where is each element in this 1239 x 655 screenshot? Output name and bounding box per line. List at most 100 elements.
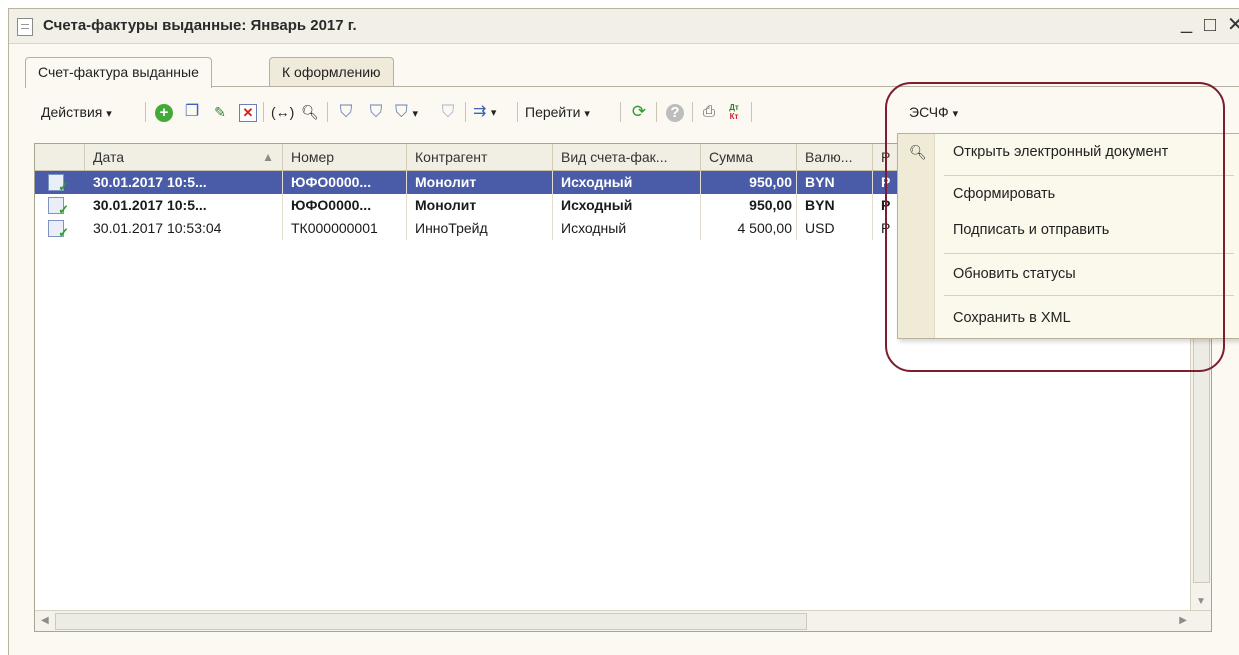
toolbar-separator bbox=[327, 102, 328, 122]
chevron-down-icon: ▾ bbox=[952, 108, 959, 120]
cell-counterparty: Монолит bbox=[407, 171, 553, 194]
title-bar: Счета-фактуры выданные: Январь 2017 г. _… bbox=[9, 9, 1239, 44]
cell-amount: 4 500,00 bbox=[701, 217, 797, 240]
copy-icon: ❐ bbox=[184, 103, 200, 120]
vertical-scroll-thumb[interactable] bbox=[1193, 331, 1210, 583]
structure-button[interactable]: ⇉ ▾ bbox=[473, 101, 509, 123]
document-icon bbox=[17, 18, 33, 36]
cell-counterparty: Монолит bbox=[407, 194, 553, 217]
header-currency[interactable]: Валю... bbox=[797, 144, 873, 170]
edit-button[interactable]: ✎ bbox=[209, 101, 231, 123]
structure-icon: ⇉ bbox=[473, 103, 487, 120]
print-button[interactable]: ⎙ bbox=[698, 101, 720, 123]
escf-dropdown-menu: 🔍︎ Открыть электронный документ Сформиро… bbox=[897, 133, 1239, 339]
help-icon: ? bbox=[666, 104, 684, 122]
cell-currency: USD bbox=[797, 217, 873, 240]
menu-item-update-statuses[interactable]: Обновить статусы bbox=[935, 256, 1239, 292]
menu-separator bbox=[944, 295, 1234, 296]
toolbar-separator bbox=[656, 102, 657, 122]
chevron-down-icon: ▾ bbox=[412, 108, 419, 120]
close-button[interactable]: ✕ bbox=[1227, 13, 1239, 37]
tab-invoices-issued[interactable]: Счет-фактура выданные bbox=[25, 57, 212, 88]
toolbar-separator bbox=[517, 102, 518, 122]
chevron-down-icon: ▾ bbox=[106, 108, 112, 120]
swap-icon: (↔) bbox=[271, 104, 295, 120]
filter-select-icon: ⛉ bbox=[369, 102, 383, 121]
menu-item-generate[interactable]: Сформировать bbox=[935, 176, 1239, 212]
cell-invoice-type: Исходный bbox=[553, 171, 701, 194]
cell-invoice-type: Исходный bbox=[553, 217, 701, 240]
cell-invoice-type: Исходный bbox=[553, 194, 701, 217]
document-posted-icon bbox=[48, 197, 69, 218]
vertical-scrollbar[interactable]: ▼ bbox=[1190, 329, 1211, 611]
minimize-button[interactable]: _ bbox=[1181, 11, 1192, 35]
header-number[interactable]: Номер bbox=[283, 144, 407, 170]
dt-kt-icon: Дт Кт bbox=[729, 103, 739, 121]
menu-item-open-electronic-document[interactable]: Открыть электронный документ bbox=[935, 134, 1239, 170]
delete-icon: ✕ bbox=[239, 104, 257, 122]
header-icon-column bbox=[35, 144, 85, 170]
menu-item-sign-and-send[interactable]: Подписать и отправить bbox=[935, 212, 1239, 248]
filter-clear-icon: ⛉ bbox=[441, 102, 455, 121]
document-posted-icon bbox=[48, 174, 69, 195]
escf-menu-button[interactable]: ЭСЧФ ▾ bbox=[909, 101, 958, 123]
cell-currency: BYN bbox=[797, 194, 873, 217]
actions-menu-button[interactable]: Действия ▾ bbox=[41, 101, 112, 123]
filter-select-button[interactable]: ⛉ bbox=[365, 101, 387, 123]
cell-currency: BYN bbox=[797, 171, 873, 194]
scroll-down-icon[interactable]: ▼ bbox=[1196, 596, 1206, 607]
magnifier-icon: 🔍︎ bbox=[909, 144, 927, 160]
menu-item-save-to-xml[interactable]: Сохранить в XML bbox=[935, 300, 1239, 336]
goto-menu-button[interactable]: Перейти ▾ bbox=[525, 101, 590, 123]
horizontal-scroll-thumb[interactable] bbox=[55, 613, 807, 630]
print-icon: ⎙ bbox=[702, 103, 715, 120]
toolbar-separator bbox=[465, 102, 466, 122]
toolbar-separator bbox=[751, 102, 752, 122]
horizontal-scrollbar[interactable]: ◀ ▶ bbox=[35, 610, 1211, 631]
dt-kt-button[interactable]: Дт Кт bbox=[723, 101, 745, 123]
filter-list-icon: ⛉ bbox=[395, 102, 408, 121]
search-button[interactable]: 🔍︎ bbox=[299, 101, 321, 123]
header-amount[interactable]: Сумма bbox=[701, 144, 797, 170]
chevron-down-icon: ▾ bbox=[490, 107, 497, 119]
chevron-down-icon: ▾ bbox=[584, 108, 590, 120]
toolbar-separator bbox=[263, 102, 264, 122]
copy-button[interactable]: ❐ bbox=[181, 101, 203, 123]
tab-to-process[interactable]: К оформлению bbox=[269, 57, 394, 86]
menu-separator bbox=[944, 253, 1234, 254]
delete-button[interactable]: ✕ bbox=[237, 101, 259, 123]
cell-amount: 950,00 bbox=[701, 194, 797, 217]
cell-number: ЮФО0000... bbox=[283, 171, 407, 194]
cell-number: ЮФО0000... bbox=[283, 194, 407, 217]
actions-label: Действия bbox=[41, 104, 103, 120]
window-title: Счета-фактуры выданные: Январь 2017 г. bbox=[43, 17, 357, 34]
toolbar-separator bbox=[145, 102, 146, 122]
filter-list-button[interactable]: ⛉ ▾ bbox=[395, 101, 431, 123]
help-button[interactable]: ? bbox=[664, 101, 686, 123]
refresh-icon: ⟳ bbox=[631, 102, 647, 121]
scroll-right-icon[interactable]: ▶ bbox=[1179, 615, 1187, 626]
toolbar-separator bbox=[620, 102, 621, 122]
filter-clear-button[interactable]: ⛉ bbox=[437, 101, 459, 123]
swap-button[interactable]: (↔) bbox=[271, 101, 295, 123]
cell-counterparty: ИнноТрейд bbox=[407, 217, 553, 240]
header-date[interactable]: Дата ▲ bbox=[85, 144, 283, 170]
refresh-button[interactable]: ⟳ bbox=[628, 101, 650, 123]
header-invoice-type[interactable]: Вид счета-фак... bbox=[553, 144, 701, 170]
search-icon: 🔍︎ bbox=[301, 104, 319, 120]
goto-label: Перейти bbox=[525, 104, 581, 120]
cell-date: 30.01.2017 10:53:04 bbox=[85, 217, 283, 240]
scroll-left-icon[interactable]: ◀ bbox=[41, 615, 49, 626]
sort-icon: ▲ bbox=[262, 150, 274, 164]
toolbar: Действия ▾ + ❐ ✎ ✕ (↔) 🔍︎ ⛉ ⛉ ⛉ ▾ ⛉ ⇉ ▾ … bbox=[33, 97, 1239, 127]
maximize-button[interactable]: □ bbox=[1204, 13, 1216, 37]
add-button[interactable]: + bbox=[153, 101, 175, 123]
cell-amount: 950,00 bbox=[701, 171, 797, 194]
menu-icon-gutter bbox=[898, 134, 935, 338]
header-counterparty[interactable]: Контрагент bbox=[407, 144, 553, 170]
filter-button[interactable]: ⛉ bbox=[335, 101, 357, 123]
toolbar-separator bbox=[692, 102, 693, 122]
cell-date: 30.01.2017 10:5... bbox=[85, 171, 283, 194]
document-posted-icon bbox=[48, 220, 69, 241]
escf-label: ЭСЧФ bbox=[909, 104, 949, 120]
